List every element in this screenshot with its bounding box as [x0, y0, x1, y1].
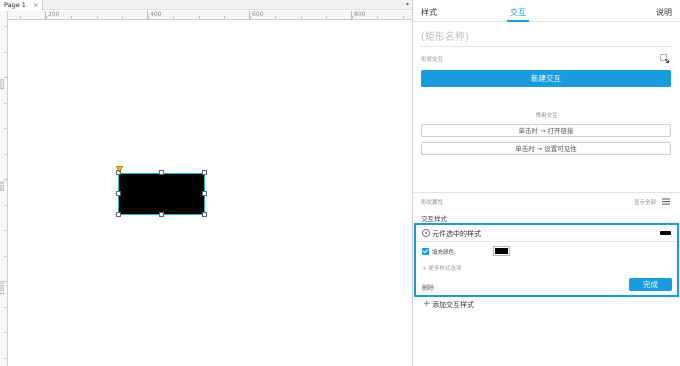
divider	[413, 192, 680, 193]
ruler-tick	[4, 26, 7, 27]
ruler-tick	[198, 16, 200, 19]
close-icon[interactable]: ×	[33, 1, 38, 9]
resize-handle[interactable]	[202, 191, 207, 196]
inspector-panel: 样式 交互 说明 (矩形名称) 形状交互 新建交互 常用交互 单击时 → 打开链…	[413, 0, 680, 366]
ruler-top: 200 400 600 800	[8, 11, 412, 20]
ruler-tick	[300, 16, 302, 19]
expand-icon[interactable]	[660, 54, 669, 63]
ruler-tick	[4, 255, 7, 257]
resize-handle[interactable]	[116, 191, 121, 196]
shape-name-field[interactable]: (矩形名称)	[421, 28, 469, 43]
fill-color-checkbox[interactable]	[422, 248, 429, 255]
ruler-label: 200	[45, 11, 59, 20]
divider	[421, 46, 672, 47]
add-interaction-style-link[interactable]: 添加交互样式	[432, 300, 474, 310]
shape-interactions-label: 形状交互	[421, 57, 444, 63]
ruler-tick	[326, 16, 327, 19]
tab-interactions[interactable]: 交互	[510, 7, 526, 18]
resize-handle[interactable]	[159, 170, 164, 175]
on-click-set-visibility-button[interactable]: 单击时 → 设置可见性	[421, 142, 671, 155]
ruler-left: 600 800 1000	[0, 11, 8, 366]
shape-properties-label: 形状属性	[421, 200, 444, 206]
more-style-options-link[interactable]: + 更多样式选项	[422, 264, 461, 272]
ruler-tick	[4, 51, 7, 53]
ruler-tick	[4, 306, 7, 308]
resize-handle[interactable]	[116, 212, 121, 217]
ruler-tick	[377, 16, 378, 19]
canvas-area[interactable]: Page 1 × ▾ 200 400 600 800 600 800 1000	[0, 0, 412, 366]
ruler-tick	[4, 332, 7, 333]
ruler-tick	[71, 16, 72, 19]
ruler-label: 800	[0, 181, 6, 192]
fill-color-label: 填充颜色:	[432, 250, 456, 256]
interaction-styles-label: 交互样式	[421, 215, 447, 223]
ruler-tick	[4, 153, 7, 155]
active-tab-indicator	[507, 20, 529, 22]
rectangle-shape[interactable]	[118, 173, 205, 215]
interaction-style-editor: 元件选中的样式 填充颜色: + 更多样式选项 删除 完成	[414, 223, 679, 297]
show-all-link[interactable]: 显示全部	[634, 198, 656, 206]
page-tab-label: Page 1	[4, 1, 26, 9]
ruler-label: 800	[351, 11, 365, 20]
ruler-tick	[275, 16, 276, 19]
ruler-tick	[4, 357, 7, 359]
ruler-tick	[4, 179, 7, 180]
ruler-tick	[4, 102, 7, 104]
resize-handle[interactable]	[202, 170, 207, 175]
ruler-label: 400	[147, 11, 161, 20]
panel-tabs: 样式 交互 说明	[413, 0, 680, 22]
on-click-open-link-button[interactable]: 单击时 → 打开链接	[421, 124, 671, 137]
page-tabbar: Page 1 × ▾	[0, 0, 412, 10]
ruler-tick	[147, 16, 149, 19]
page-tab[interactable]: Page 1 ×	[0, 0, 44, 10]
ruler-tick	[45, 16, 47, 19]
done-button[interactable]: 完成	[629, 278, 672, 291]
ruler-label: 600	[249, 11, 263, 20]
ruler-label: 1000	[0, 281, 6, 295]
ruler-tick	[20, 16, 21, 19]
ruler-tick	[4, 128, 7, 129]
interaction-marker-icon[interactable]	[116, 166, 123, 173]
delete-link[interactable]: 删除	[422, 283, 434, 292]
ruler-tick	[351, 16, 353, 19]
chevron-down-icon[interactable]: ▾	[406, 0, 409, 10]
ruler-tick	[4, 204, 7, 206]
fill-color-chip	[495, 248, 508, 254]
resize-handle[interactable]	[159, 212, 164, 217]
ruler-tick	[224, 16, 225, 19]
ruler-tick	[4, 77, 7, 78]
ruler-tick	[173, 16, 174, 19]
fill-color-picker[interactable]	[493, 246, 510, 256]
common-interactions-label: 常用交互	[535, 113, 558, 119]
ruler-label: 600	[0, 79, 6, 90]
ruler-tick	[122, 16, 123, 19]
ruler-tick	[96, 16, 98, 19]
tab-style[interactable]: 样式	[421, 7, 437, 18]
selected-style-icon	[422, 229, 430, 237]
add-icon[interactable]: +	[423, 300, 431, 309]
ruler-tick	[4, 281, 7, 282]
resize-handle[interactable]	[202, 212, 207, 217]
style-preview-swatch	[660, 231, 671, 235]
ruler-tick	[4, 230, 7, 231]
ruler-tick	[249, 16, 251, 19]
new-interaction-button[interactable]: 新建交互	[421, 70, 671, 87]
ruler-tick	[402, 16, 404, 19]
selected-style-label[interactable]: 元件选中的样式	[432, 229, 481, 239]
menu-icon[interactable]	[662, 198, 670, 205]
tab-notes[interactable]: 说明	[656, 7, 672, 18]
divider	[416, 241, 677, 242]
